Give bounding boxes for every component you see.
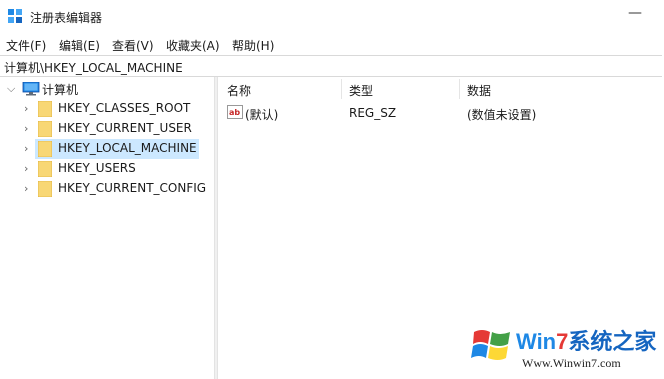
folder-icon [38, 181, 52, 197]
menu-bar: 文件(F) 编辑(E) 查看(V) 收藏夹(A) 帮助(H) [0, 34, 664, 54]
menu-favorites[interactable]: 收藏夹(A) [166, 37, 220, 54]
pane-splitter[interactable] [214, 77, 218, 379]
chevron-right-icon[interactable]: › [24, 162, 28, 175]
column-header-label: 数据 [467, 84, 492, 98]
value-row[interactable]: ab (默认) REG_SZ (数值未设置) [219, 102, 664, 122]
watermark-logo: Win7系统之家 Www.Winwin7.com [464, 320, 660, 376]
chevron-right-icon[interactable]: › [24, 142, 28, 155]
chevron-right-icon[interactable]: › [24, 182, 28, 195]
value-data: (数值未设置) [467, 108, 537, 122]
menu-view[interactable]: 查看(V) [112, 37, 154, 54]
tree-root-label: 计算机 [42, 83, 79, 97]
windows-logo-icon [471, 330, 510, 360]
address-path[interactable]: 计算机\HKEY_LOCAL_MACHINE [4, 59, 183, 76]
chevron-right-icon[interactable]: › [24, 122, 28, 135]
tree-pane: ⌵ 计算机 › HKEY_CLASSES_ROOT › HKEY_CURRENT… [0, 77, 214, 379]
menu-file[interactable]: 文件(F) [6, 37, 46, 54]
tree-item-current-config[interactable]: › HKEY_CURRENT_CONFIG [20, 179, 214, 199]
computer-icon [22, 82, 40, 96]
window-title: 注册表编辑器 [30, 11, 103, 25]
menu-edit[interactable]: 编辑(E) [59, 37, 100, 54]
value-name: (默认) [245, 108, 279, 122]
tree-item-label: HKEY_CURRENT_CONFIG [58, 181, 207, 195]
column-header-data[interactable]: 数据 [459, 77, 664, 101]
value-type: REG_SZ [349, 106, 397, 120]
folder-icon [38, 161, 52, 177]
chevron-right-icon[interactable]: › [24, 102, 28, 115]
reg-string-icon: ab [227, 105, 243, 119]
regedit-app-icon [8, 9, 22, 23]
tree-item-users[interactable]: › HKEY_USERS [20, 159, 214, 179]
svg-text:ab: ab [229, 108, 240, 117]
menu-help[interactable]: 帮助(H) [232, 37, 274, 54]
tree-item-label: HKEY_CURRENT_USER [58, 121, 192, 135]
column-header-label: 名称 [227, 84, 252, 98]
title-bar: 注册表编辑器 — [0, 0, 664, 32]
watermark-brand-win: Win [516, 329, 557, 354]
address-bar[interactable]: 计算机\HKEY_LOCAL_MACHINE [0, 55, 662, 77]
column-header-name[interactable]: 名称 [219, 77, 341, 101]
watermark-url: Www.Winwin7.com [522, 356, 621, 370]
tree-root-computer[interactable]: ⌵ 计算机 [0, 79, 214, 99]
chevron-down-icon[interactable]: ⌵ [7, 82, 15, 96]
tree-item-local-machine[interactable]: › HKEY_LOCAL_MACHINE [20, 139, 214, 159]
folder-icon [38, 141, 52, 157]
tree-item-current-user[interactable]: › HKEY_CURRENT_USER [20, 119, 214, 139]
tree-item-classes-root[interactable]: › HKEY_CLASSES_ROOT [20, 99, 214, 119]
folder-icon [38, 101, 52, 117]
watermark-brand: Win7系统之家 [516, 324, 656, 356]
tree-item-label: HKEY_LOCAL_MACHINE [58, 141, 197, 155]
tree-item-label: HKEY_USERS [58, 161, 136, 175]
watermark-brand-cn: 系统之家 [568, 329, 657, 354]
watermark-brand-num: 7 [556, 329, 569, 354]
minimize-button[interactable]: — [628, 5, 642, 21]
folder-icon [38, 121, 52, 137]
tree-item-label: HKEY_CLASSES_ROOT [58, 101, 191, 115]
column-header-label: 类型 [349, 84, 374, 98]
column-header-type[interactable]: 类型 [341, 77, 459, 101]
